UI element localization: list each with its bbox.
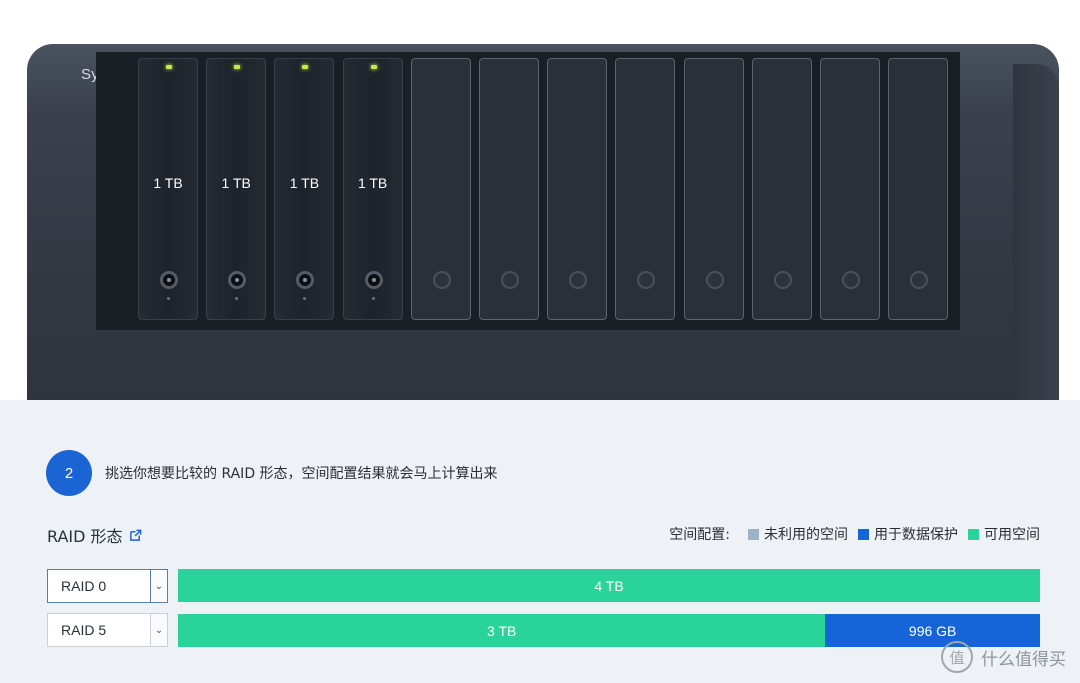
watermark-logo-icon: 值 <box>941 641 973 673</box>
tray-lock-icon <box>705 271 724 289</box>
tray-lock-icon <box>160 271 178 289</box>
raid-select-value: RAID 5 <box>61 622 107 638</box>
legend-item-protection: 用于数据保护 <box>858 524 958 544</box>
raid-type-heading: RAID 形态 <box>47 523 142 547</box>
tray-lock-icon <box>773 271 792 289</box>
tray-lock-icon <box>432 271 451 289</box>
drive-bay <box>410 58 471 320</box>
drive-capacity-label: 1 TB <box>357 175 388 191</box>
legend-label-unused: 未利用的空间 <box>764 527 848 543</box>
status-led <box>302 65 309 69</box>
tray-dot <box>167 297 170 300</box>
step-instruction: 挑选你想要比较的 RAID 形态，空间配置结果就会马上计算出来 <box>105 466 498 482</box>
tray-lock-icon <box>296 271 315 289</box>
legend-swatch-unused <box>748 528 759 540</box>
capacity-bar-row-2: 3 TB 996 GB <box>178 614 1040 647</box>
drive-capacity-label: 1 TB <box>221 175 251 191</box>
raid-select-value: RAID 0 <box>61 578 107 594</box>
legend-swatch-protection <box>858 528 869 540</box>
drive-bay <box>547 58 608 320</box>
drive-bay: 1 TB <box>206 58 267 320</box>
drive-bay <box>683 58 744 320</box>
nas-illustration: Synology ⏻ 1 TB1 TB1 TB1 TB <box>0 0 1080 400</box>
drive-bay: 1 TB <box>138 58 198 320</box>
space-legend: 空间配置: 未利用的空间 用于数据保护 可用空间 <box>669 524 1040 544</box>
tray-lock-icon <box>569 271 588 289</box>
watermark-text: 什么值得买 <box>981 649 1066 670</box>
raid-calculator-panel: 2 挑选你想要比较的 RAID 形态，空间配置结果就会马上计算出来 RAID 形… <box>0 400 1080 683</box>
tray-dot <box>235 297 239 300</box>
chevron-down-icon[interactable]: ⌄ <box>150 614 167 646</box>
legend-item-available: 可用空间 <box>968 524 1040 544</box>
drive-bay: 1 TB <box>274 58 335 320</box>
drive-bay: 1 TB <box>342 58 403 320</box>
raid-select-row-2[interactable]: RAID 5 ⌄ <box>47 613 168 647</box>
drive-bay <box>751 58 812 320</box>
status-led <box>166 65 172 69</box>
nas-side-panel <box>1013 64 1059 400</box>
tray-lock-icon <box>228 271 247 289</box>
tray-dot <box>303 297 307 300</box>
drive-bay <box>479 58 539 320</box>
status-led <box>234 65 241 69</box>
tray-lock-icon <box>637 271 656 289</box>
site-watermark: 值 什么值得买 <box>941 641 1066 673</box>
raid-select-row-1[interactable]: RAID 0 ⌄ <box>47 569 168 603</box>
legend-item-unused: 未利用的空间 <box>748 524 848 544</box>
tray-lock-icon <box>364 271 383 289</box>
status-led <box>370 65 377 69</box>
capacity-bar-row-1: 4 TB <box>178 569 1040 602</box>
tray-lock-icon <box>910 271 929 289</box>
raid-type-label: RAID 形态 <box>47 527 123 546</box>
legend-title: 空间配置: <box>669 527 730 543</box>
drive-bay <box>615 58 676 320</box>
drive-capacity-label: 1 TB <box>289 175 320 191</box>
tray-lock-icon <box>842 271 860 289</box>
step-number-badge: 2 <box>46 450 92 496</box>
legend-label-available: 可用空间 <box>984 527 1040 543</box>
drive-capacity-label: 1 TB <box>153 175 183 191</box>
tray-dot <box>371 297 375 300</box>
chevron-down-icon[interactable]: ⌄ <box>150 570 167 602</box>
external-link-icon[interactable] <box>129 529 142 542</box>
tray-lock-icon <box>501 271 519 289</box>
drive-bay <box>888 58 949 320</box>
legend-label-protection: 用于数据保护 <box>874 527 958 543</box>
legend-swatch-available <box>968 528 979 540</box>
capacity-segment-available: 4 TB <box>178 569 1040 602</box>
drive-bay <box>820 58 880 320</box>
capacity-segment-available: 3 TB <box>178 614 826 647</box>
